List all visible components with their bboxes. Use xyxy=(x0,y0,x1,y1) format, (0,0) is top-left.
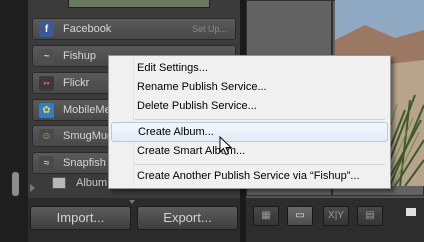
flickr-icon: •• xyxy=(39,76,54,91)
service-row-facebook[interactable]: f Facebook Set Up... xyxy=(32,18,236,40)
survey-view-icon[interactable]: ▤ xyxy=(357,206,383,226)
album-label: Album xyxy=(76,177,108,189)
album-icon xyxy=(52,177,66,189)
thumbnail-preview xyxy=(68,0,210,8)
left-dark-strip xyxy=(0,0,28,242)
service-name: Facebook xyxy=(63,23,112,35)
menu-item-label: Edit Settings... xyxy=(137,62,208,74)
service-name: Fishup xyxy=(63,50,97,62)
grid-view-icon[interactable]: ▦ xyxy=(253,206,279,226)
fishup-icon: ~ xyxy=(39,49,54,64)
smugmug-icon: ☺ xyxy=(39,129,54,144)
panel-collapse-icon[interactable] xyxy=(129,200,135,204)
menu-item-label: Rename Publish Service... xyxy=(137,81,267,93)
setup-link[interactable]: Set Up... xyxy=(192,24,227,34)
context-menu: Edit Settings... Rename Publish Service.… xyxy=(108,55,391,189)
service-name: MobileMe xyxy=(63,104,111,116)
facebook-icon: f xyxy=(39,22,54,37)
mouse-cursor-icon xyxy=(219,136,233,156)
panel-scrollbar-thumb[interactable] xyxy=(12,172,19,196)
disclosure-triangle-icon[interactable] xyxy=(30,184,35,192)
service-name: Snapfish xyxy=(63,157,106,169)
menu-item-delete-service[interactable]: Delete Publish Service... xyxy=(111,97,388,117)
service-name: SmugMug xyxy=(63,130,114,142)
menu-item-create-another-service[interactable]: Create Another Publish Service via “Fish… xyxy=(111,167,388,187)
service-name: Flickr xyxy=(63,77,90,89)
menu-item-label: Delete Publish Service... xyxy=(137,100,257,112)
menu-item-label: Create Album... xyxy=(138,126,214,138)
menu-separator xyxy=(135,119,385,120)
menu-separator xyxy=(135,164,385,165)
menu-item-create-smart-album[interactable]: Create Smart Album... xyxy=(111,142,388,162)
menu-item-label: Create Another Publish Service via “Fish… xyxy=(137,170,360,182)
import-button[interactable]: Import... xyxy=(30,206,131,230)
export-button[interactable]: Export... xyxy=(137,206,238,230)
loupe-view-icon[interactable]: ▭ xyxy=(287,206,313,226)
menu-item-create-album[interactable]: Create Album... xyxy=(111,122,388,142)
snapfish-icon: ≈ xyxy=(39,156,54,171)
flag-icon[interactable] xyxy=(406,208,416,216)
menu-item-edit-settings[interactable]: Edit Settings... xyxy=(111,59,388,79)
mobileme-icon: ✿ xyxy=(39,103,54,118)
compare-view-icon[interactable]: X|Y xyxy=(323,206,349,226)
menu-item-rename-service[interactable]: Rename Publish Service... xyxy=(111,78,388,98)
